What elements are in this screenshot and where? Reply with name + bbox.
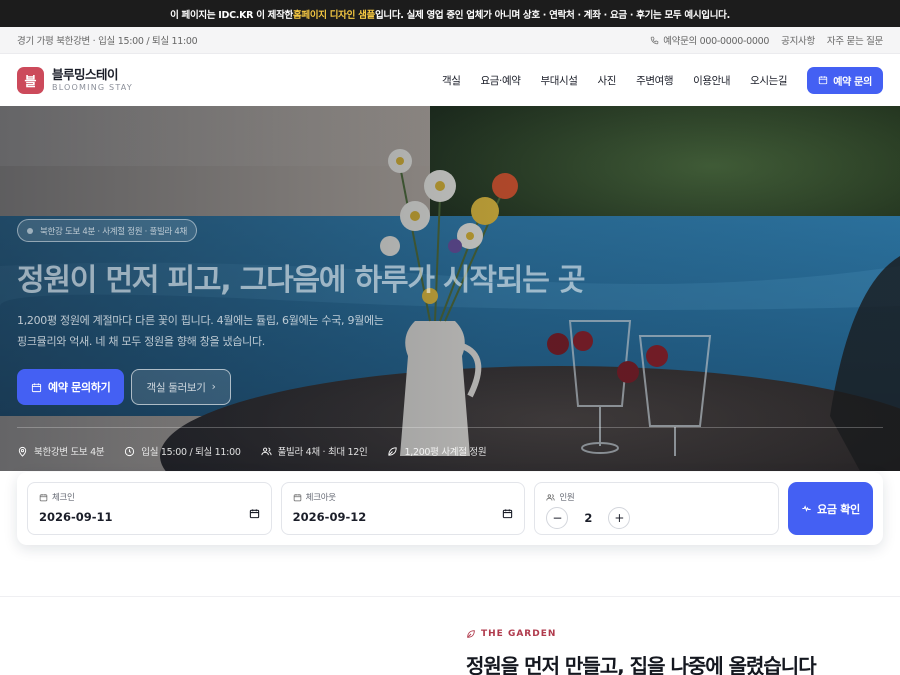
section-divider (0, 596, 900, 597)
hero-section: 북한강 도보 4분 · 사계절 정원 · 풀빌라 4채 정원이 먼저 피고, 그… (0, 106, 900, 471)
notice-highlight: 홈페이지 디자인 샘플 (292, 9, 375, 21)
guests-increment-button[interactable]: + (608, 507, 631, 529)
checkin-label: 체크인 (52, 493, 75, 503)
hero-divider (17, 427, 883, 428)
garden-eyebrow: THE GARDEN (466, 629, 556, 639)
fact-location-text: 북한강변 도보 4분 (34, 447, 105, 458)
leaf-icon (388, 446, 398, 456)
site-header: 블 블루밍스테이 BLOOMING STAY 객실 요금·예약 부대시설 사진 … (0, 54, 900, 106)
calendar-icon (819, 76, 828, 85)
notice-text-2: 입니다. 실제 영업 중인 업체가 아니며 상호 · 연락처 · 계좌 · 요금… (374, 9, 730, 21)
nav-item-facilities[interactable]: 부대시설 (540, 73, 577, 88)
checkout-value[interactable]: 2026-09-12 (293, 510, 514, 524)
check-rates-button[interactable]: 요금 확인 (788, 482, 874, 535)
fact-time-text: 입실 15:00 / 퇴실 11:00 (141, 447, 241, 458)
leaf-icon (467, 630, 475, 638)
hero-feature-chip: 북한강 도보 4분 · 사계절 정원 · 풀빌라 4채 (17, 219, 198, 242)
brand-subtitle: BLOOMING STAY (52, 83, 133, 93)
utility-links: 예약문의 000-0000-0000 공지사항 자주 묻는 질문 (650, 33, 883, 47)
users-icon (546, 493, 555, 501)
reservation-inquiry-button[interactable]: 예약 문의 (807, 66, 883, 94)
checkout-label: 체크아웃 (305, 493, 336, 503)
fact-location: 북한강변 도보 4분 (17, 444, 105, 458)
guests-count: 2 (584, 511, 593, 525)
clock-icon (125, 446, 135, 456)
garden-section-title: 정원을 먼저 만들고, 집을 나중에 올렸습니다 (466, 654, 817, 675)
guests-field: 인원 − 2 + (534, 482, 780, 535)
chevron-right-icon: › (211, 381, 216, 393)
fact-garden: 1,200평 사계절 정원 (387, 444, 487, 458)
date-picker-icon[interactable] (502, 508, 513, 519)
phone-icon (650, 36, 659, 44)
hero-title: 정원이 먼저 피고, 그다음에 하루가 시작되는 곳 (17, 263, 585, 298)
map-pin-icon (18, 446, 27, 457)
fact-capacity-text: 풀빌라 4채 · 최대 12인 (277, 447, 368, 458)
hero-rooms-button[interactable]: 객실 둘러보기 › (131, 369, 231, 405)
utility-bar: 경기 가평 북한강변 · 입실 15:00 / 퇴실 11:00 예약문의 00… (0, 27, 900, 54)
main-nav: 객실 요금·예약 부대시설 사진 주변여행 이용안내 오시는길 예약 문의 (422, 66, 883, 94)
check-rates-label: 요금 확인 (817, 502, 860, 516)
guests-stepper: − 2 + (546, 507, 767, 529)
guests-label: 인원 (559, 493, 575, 503)
checkin-label-row: 체크인 (39, 491, 260, 503)
utility-info: 경기 가평 북한강변 · 입실 15:00 / 퇴실 11:00 (17, 36, 198, 47)
hero-actions: 예약 문의하기 객실 둘러보기 › (17, 369, 231, 405)
hero-content: 북한강 도보 4분 · 사계절 정원 · 풀빌라 4채 정원이 먼저 피고, 그… (17, 106, 883, 471)
hero-facts: 북한강변 도보 4분 입실 15:00 / 퇴실 11:00 풀빌라 4채 · … (17, 444, 487, 458)
nav-item-guide[interactable]: 이용안내 (693, 73, 730, 88)
guests-label-row: 인원 (546, 491, 767, 503)
brand-text: 블루밍스테이 BLOOMING STAY (52, 66, 133, 93)
fact-capacity: 풀빌라 4채 · 최대 12인 (261, 444, 368, 458)
fact-time: 입실 15:00 / 퇴실 11:00 (124, 444, 241, 458)
checkin-field[interactable]: 체크인 2026-09-11 (27, 482, 272, 535)
calendar-icon (39, 493, 48, 501)
hero-description-line-1: 1,200평 정원에 계절마다 다른 꽃이 핍니다. 4월에는 튤립, 6월에는… (17, 314, 384, 327)
demo-notice-bar: 이 페이지는 IDC.KR 이 제작한 홈페이지 디자인 샘플 입니다. 실제 영… (0, 0, 900, 27)
nav-item-directions[interactable]: 오시는길 (750, 73, 787, 88)
hero-inquiry-button[interactable]: 예약 문의하기 (17, 369, 125, 405)
date-picker-icon[interactable] (249, 508, 260, 519)
garden-tag-text: THE GARDEN (481, 629, 557, 639)
checkout-label-row: 체크아웃 (293, 491, 514, 503)
hero-description-line-2: 핑크뮬리와 억새. 네 채 모두 정원을 향해 창을 냈습니다. (17, 335, 266, 348)
reservation-inquiry-label: 예약 문의 (833, 76, 872, 88)
utility-phone[interactable]: 예약문의 000-0000-0000 (650, 33, 769, 47)
brand-logo[interactable]: 블 블루밍스테이 BLOOMING STAY (17, 66, 133, 94)
logo-mark: 블 (17, 66, 44, 94)
nav-item-photos[interactable]: 사진 (598, 73, 617, 88)
nav-item-rates[interactable]: 요금·예약 (481, 73, 521, 88)
price-tag-icon (802, 505, 811, 512)
utility-link-notice[interactable]: 공지사항 (781, 33, 815, 47)
notice-text-1: 이 페이지는 IDC.KR 이 제작한 (170, 9, 293, 21)
booking-widget: 체크인 2026-09-11 체크아웃 2026-09-12 인원 − 2 + … (17, 472, 883, 545)
calendar-icon (293, 493, 301, 501)
checkout-field[interactable]: 체크아웃 2026-09-12 (280, 482, 526, 535)
utility-phone-text: 예약문의 000-0000-0000 (663, 36, 770, 47)
calendar-icon (31, 382, 42, 392)
hero-description: 1,200평 정원에 계절마다 다른 꽃이 핍니다. 4월에는 튤립, 6월에는… (17, 310, 437, 352)
fact-garden-text: 1,200평 사계절 정원 (404, 447, 487, 458)
hero-rooms-label: 객실 둘러보기 (146, 381, 206, 394)
checkin-value[interactable]: 2026-09-11 (39, 510, 260, 524)
hero-inquiry-label: 예약 문의하기 (48, 381, 111, 394)
nav-item-rooms[interactable]: 객실 (442, 73, 461, 88)
nav-item-nearby[interactable]: 주변여행 (636, 73, 673, 88)
brand-name: 블루밍스테이 (52, 66, 119, 82)
guests-decrement-button[interactable]: − (546, 507, 569, 529)
users-icon (261, 447, 272, 455)
utility-link-faq[interactable]: 자주 묻는 질문 (827, 33, 883, 47)
